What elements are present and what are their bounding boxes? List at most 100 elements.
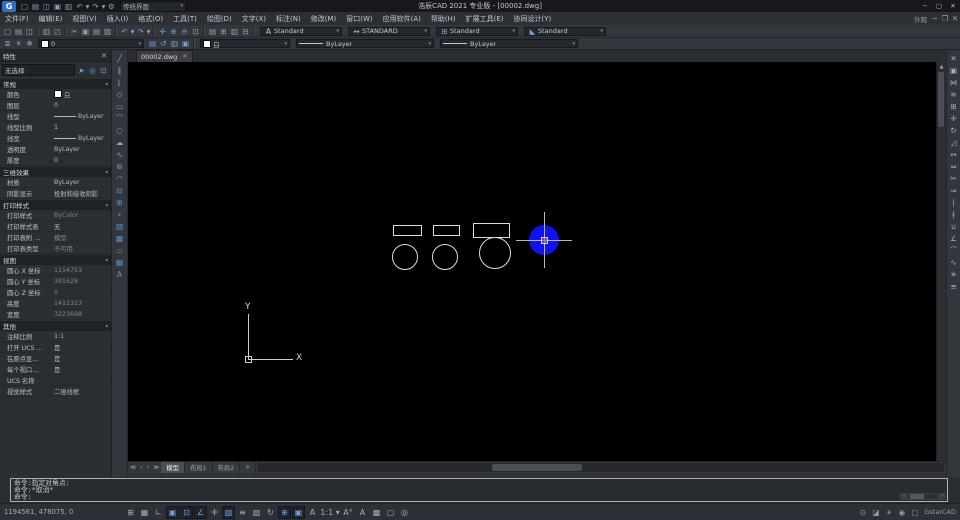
property-row[interactable]: 宽度3223698 [0,309,111,320]
layer-isolate-icon[interactable]: ❄ [24,39,35,49]
layer-states-icon[interactable]: ☀ [13,39,24,49]
mleader-style-combo[interactable]: ◣Standard▾ [524,27,606,36]
property-row[interactable]: 线宽ByLayer [0,133,111,144]
lengthen-icon[interactable]: ⇔ [948,160,960,172]
hatch-icon[interactable]: ▨ [114,220,126,232]
lwt-icon[interactable]: ≡ [236,506,249,519]
save-icon[interactable]: ◫ [41,1,52,11]
design-center-icon[interactable]: ⊞ [218,26,229,36]
minimize-button[interactable]: ─ [918,1,932,11]
model-canvas[interactable]: YX [128,62,946,461]
array-icon[interactable]: ⊞ [948,100,960,112]
scroll-up-icon[interactable]: ▲ [937,63,946,71]
layout-nav-3[interactable]: ≫ [151,464,161,471]
property-row[interactable]: 高度1412323 [0,298,111,309]
autoscale-icon[interactable]: A [306,506,319,519]
scroll-left-icon[interactable]: ‹ [900,493,908,500]
selection-combo[interactable]: 无选择 [2,64,75,76]
property-value[interactable]: ByLayer [54,179,80,186]
copy-icon[interactable]: ▣ [80,26,91,36]
layout-tab-模型[interactable]: 模型 [161,462,185,473]
menu-12[interactable]: 帮助(H) [426,12,461,25]
property-value[interactable]: 是 [54,354,60,363]
otrack-icon[interactable]: ∠ [194,506,207,519]
select-all-icon[interactable]: ⊡ [98,65,109,75]
extend-icon[interactable]: ⇒ [948,184,960,196]
trim-icon[interactable]: ✂ [948,172,960,184]
rectangle-icon[interactable]: ▭ [114,100,126,112]
mdi-restore-button[interactable]: ❐ [940,14,950,24]
copy-icon[interactable]: ▣ [948,64,960,76]
zoom-previous-icon[interactable]: ⊖ [179,26,190,36]
move-icon[interactable]: ✛ [948,112,960,124]
clean-screen-icon[interactable]: ◎ [398,506,411,519]
property-value[interactable]: ByLayer [54,113,104,120]
property-value[interactable]: 无 [54,222,60,231]
layer-off-icon[interactable]: ▣ [180,39,191,49]
horizontal-scrollbar[interactable] [258,463,944,472]
menu-7[interactable]: 文字(X) [237,12,271,25]
annotation-scale-icon[interactable]: 1:1 ▾ [320,506,340,519]
menu-4[interactable]: 格式(O) [133,12,168,25]
plot-icon[interactable]: ▥ [41,26,52,36]
layer-previous-icon[interactable]: ↺ [158,39,169,49]
quick-select-icon[interactable]: ◎ [87,65,98,75]
ellipse-icon[interactable]: ⊜ [114,160,126,172]
menu-5[interactable]: 工具(T) [168,12,202,25]
lock-icon[interactable]: ◪ [870,507,881,517]
table-icon[interactable]: ▦ [114,256,126,268]
layer-walk-icon[interactable]: ▥ [169,39,180,49]
property-row[interactable]: 视觉样式二维线框 [0,386,111,397]
property-value[interactable]: 3223698 [54,311,82,318]
open-icon[interactable]: ▤ [13,26,24,36]
close-button[interactable]: ✕ [946,1,960,11]
tool-palettes-icon[interactable]: ▥ [229,26,240,36]
property-value[interactable]: 0 [54,157,58,164]
table-style-combo[interactable]: ⊞Standard▾ [436,27,518,36]
redo-list-icon[interactable]: ▾ [146,26,151,36]
property-row[interactable]: 打印表类型不可用 [0,243,111,254]
property-value[interactable]: 投射和接收阴影 [54,189,98,198]
close-icon[interactable]: ✕ [100,51,108,61]
collapse-icon[interactable]: ▴ [105,257,108,263]
undo-icon[interactable]: ↶ [74,1,85,11]
property-value[interactable]: 是 [54,343,60,352]
menu-9[interactable]: 修改(M) [306,12,342,25]
collapse-icon[interactable]: ▴ [105,323,108,329]
fillet-icon[interactable]: ⌒ [948,244,960,256]
property-row[interactable]: 圆心 Z 坐标0 [0,287,111,298]
insert-block-icon[interactable]: ⊟ [114,184,126,196]
close-icon[interactable]: ✕ [181,52,188,62]
document-tab[interactable]: 00002.dwg ✕ [136,50,193,62]
command-history[interactable]: 命令:指定对角点: 命令:*取消* 命令: ‹ › [10,478,948,502]
line-icon[interactable]: ╱ [114,52,126,64]
break-at-point-icon[interactable]: ∣ [948,196,960,208]
layout-tab-布局1[interactable]: 布局1 [185,462,213,473]
polygon-icon[interactable]: ◇ [114,88,126,100]
make-block-icon[interactable]: ⊞ [114,196,126,208]
property-value[interactable]: 二维线框 [54,387,79,396]
property-row[interactable]: 线型ByLayer [0,111,111,122]
circle-entity[interactable] [479,237,511,269]
align-icon[interactable]: ≡ [948,280,960,292]
light-bulb-icon[interactable]: ☀ [883,507,894,517]
menu-3[interactable]: 插入(I) [102,12,134,25]
property-value[interactable]: 1154753 [54,267,82,274]
property-value[interactable]: 1:1 [54,333,64,340]
layer-properties-icon[interactable]: ≣ [2,39,13,49]
plot-preview-icon[interactable]: ◰ [52,26,63,36]
property-value[interactable]: 白 [54,90,70,99]
property-row[interactable]: 打开 UCS ...是 [0,342,111,353]
property-row[interactable]: 阴影显示投射和接收阴影 [0,188,111,199]
layer-combo[interactable]: 0▾ [38,39,144,48]
workspace-combo[interactable]: 传统界面 ▾ [120,1,186,12]
property-row[interactable]: 每个视口...是 [0,364,111,375]
cut-icon[interactable]: ✂ [69,26,80,36]
property-row[interactable]: 在原点显...是 [0,353,111,364]
property-value[interactable]: 1 [54,124,58,131]
rectangle-entity[interactable] [393,225,422,236]
new-icon[interactable]: ▢ [2,26,13,36]
break-icon[interactable]: ∤ [948,208,960,220]
ellipse-arc-icon[interactable]: ◠ [114,172,126,184]
redo-icon[interactable]: ↷ [90,1,101,11]
